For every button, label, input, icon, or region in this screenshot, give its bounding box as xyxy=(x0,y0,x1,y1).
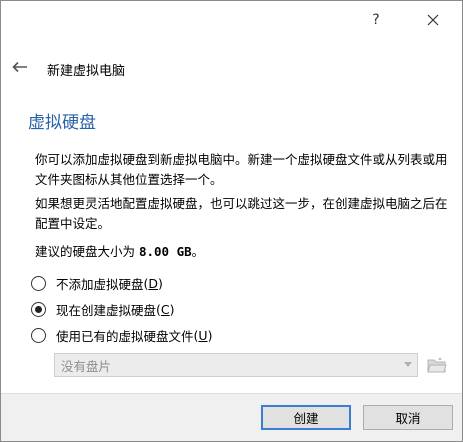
disk-select-value: 没有盘片 xyxy=(61,358,112,374)
hint-paragraph: 如果想更灵活地配置虚拟硬盘，也可以跳过这一步，在创建虚拟电脑之后在配置中设定。 xyxy=(35,196,448,231)
radio-create-disk[interactable] xyxy=(31,302,46,317)
cancel-button[interactable]: 取消 xyxy=(363,405,453,430)
recommend-suffix: 。 xyxy=(191,244,205,259)
radio-no-disk[interactable] xyxy=(31,276,46,291)
option-existing-disk-accel: (U) xyxy=(193,328,213,343)
back-arrow-icon xyxy=(12,61,27,73)
recommended-size-text: 建议的硬盘大小为 8.00 GB。 xyxy=(35,242,455,262)
wizard-title: 新建虚拟电脑 xyxy=(47,64,126,79)
button-bar: 创建 取消 xyxy=(1,393,462,441)
disk-select[interactable]: 没有盘片 xyxy=(54,353,418,377)
dialog-window: ? 新建虚拟电脑 虚拟硬盘 你可以添加虚拟硬盘到新虚拟电脑中。新建一个虚拟硬盘文… xyxy=(0,0,463,442)
choose-disk-folder-icon xyxy=(427,357,447,373)
chevron-down-icon xyxy=(404,362,412,367)
option-no-disk-accel: (D) xyxy=(143,276,163,291)
choose-disk-button[interactable] xyxy=(426,354,448,376)
close-icon xyxy=(427,14,439,26)
close-button[interactable] xyxy=(414,1,452,39)
option-no-disk-label: 不添加虚拟硬盘 xyxy=(56,277,144,292)
create-button[interactable]: 创建 xyxy=(261,405,351,430)
option-no-disk[interactable]: 不添加虚拟硬盘 (D) xyxy=(31,274,163,293)
intro-paragraph: 你可以添加虚拟硬盘到新虚拟电脑中。新建一个虚拟硬盘文件或从列表或用文件夹图标从其… xyxy=(35,152,448,187)
option-create-disk-label: 现在创建虚拟硬盘 xyxy=(56,303,157,318)
back-button[interactable] xyxy=(9,56,31,78)
help-icon: ? xyxy=(372,12,380,28)
recommend-prefix: 建议的硬盘大小为 xyxy=(35,244,139,259)
page-title: 虚拟硬盘 xyxy=(28,113,96,133)
recommend-size: 8.00 GB xyxy=(138,244,192,259)
help-button[interactable]: ? xyxy=(357,1,395,39)
option-existing-disk[interactable]: 使用已有的虚拟硬盘文件 (U) xyxy=(31,326,212,345)
option-existing-disk-label: 使用已有的虚拟硬盘文件 xyxy=(56,329,194,344)
option-create-disk-accel: (C) xyxy=(156,302,175,317)
radio-existing-disk[interactable] xyxy=(31,328,46,343)
option-create-disk[interactable]: 现在创建虚拟硬盘 (C) xyxy=(31,300,175,319)
